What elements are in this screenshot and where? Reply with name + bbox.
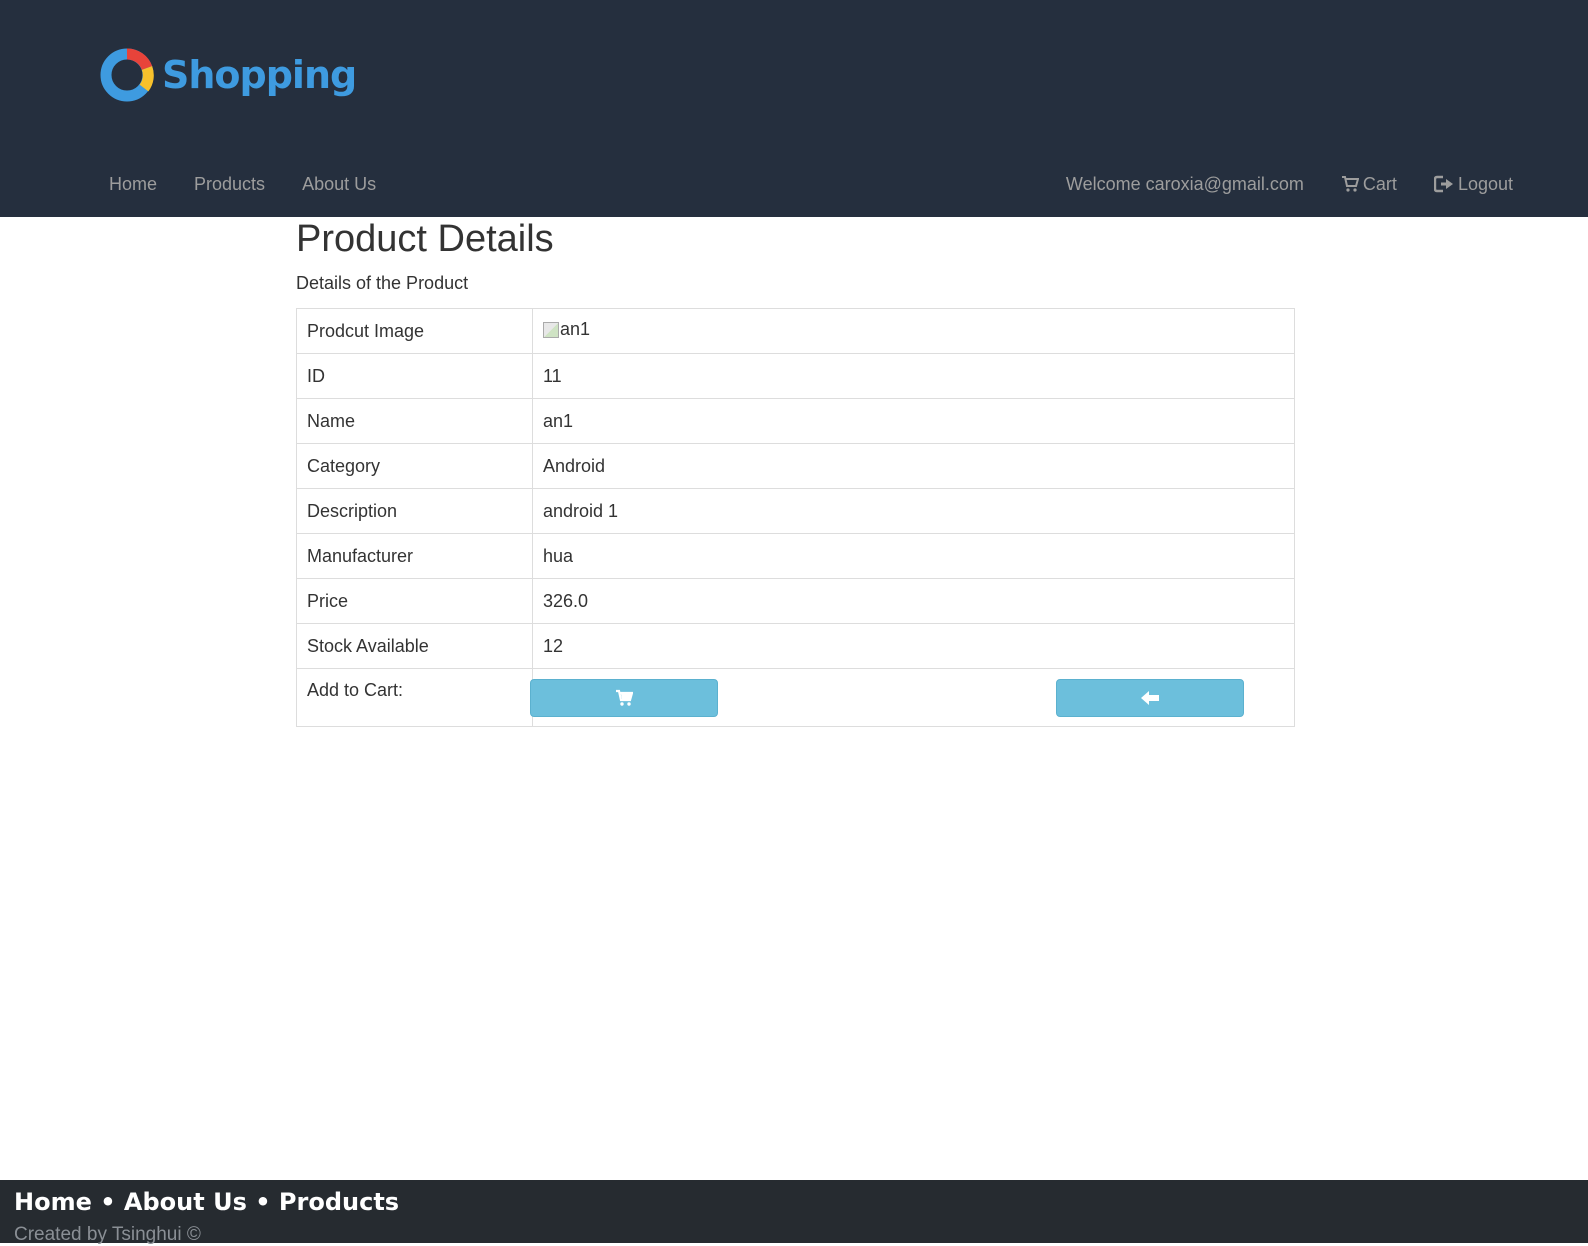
row-value: hua: [532, 533, 1295, 579]
welcome-user-link[interactable]: Welcome caroxia@gmail.com: [1066, 172, 1304, 196]
footer-link-products[interactable]: Products: [279, 1188, 399, 1216]
footer-link-about-us[interactable]: About Us: [124, 1188, 247, 1216]
row-label: Manufacturer: [296, 533, 533, 579]
row-label: Prodcut Image: [296, 308, 533, 354]
arrow-left-icon: [1141, 691, 1159, 705]
back-button[interactable]: [1056, 679, 1244, 717]
table-row: ID 11: [296, 353, 1295, 399]
welcome-text: Welcome caroxia@gmail.com: [1065, 174, 1304, 194]
row-value: android 1: [532, 488, 1295, 534]
footer-separator: •: [255, 1188, 271, 1216]
table-row: Name an1: [296, 398, 1295, 444]
row-label: Stock Available: [296, 623, 533, 669]
product-image-alt: an1: [560, 319, 591, 340]
product-image: an1: [543, 319, 590, 340]
logout-icon: [1433, 175, 1453, 193]
row-label: Category: [296, 443, 533, 489]
footer-link-home[interactable]: Home: [14, 1188, 92, 1216]
footer-separator: •: [100, 1188, 116, 1216]
cart-label: Cart: [1362, 174, 1397, 194]
logo-text: Shopping: [162, 53, 357, 97]
footer-links: Home • About Us • Products: [14, 1188, 399, 1216]
logo-icon: [100, 48, 154, 102]
product-details-table: Prodcut Image an1 ID 11 Name an1 Categor…: [296, 308, 1295, 727]
cart-link[interactable]: Cart: [1341, 172, 1397, 196]
page-subtitle: Details of the Product: [296, 273, 469, 293]
row-value: Android: [532, 443, 1295, 489]
add-to-cart-button[interactable]: [530, 679, 718, 717]
main-nav: Home Products About Us: [109, 172, 413, 196]
table-row-add-to-cart: Add to Cart:: [296, 668, 1295, 727]
row-label: ID: [296, 353, 533, 399]
table-row: Category Android: [296, 443, 1295, 489]
nav-about-us[interactable]: About Us: [302, 172, 376, 196]
site-header: Shopping Home Products About Us Welcome …: [0, 0, 1588, 217]
row-value: 326.0: [532, 578, 1295, 624]
shopping-cart-icon: [1341, 176, 1359, 192]
nav-home[interactable]: Home: [109, 172, 157, 196]
logout-link[interactable]: Logout: [1433, 172, 1513, 196]
row-label: Price: [296, 578, 533, 624]
table-row: Prodcut Image an1: [296, 308, 1295, 354]
row-value: an1: [532, 308, 1295, 354]
broken-image-icon: [543, 321, 559, 338]
logout-label: Logout: [1457, 174, 1513, 194]
main-content: Product Details Details of the Product P…: [296, 217, 1295, 727]
row-value: 11: [532, 353, 1295, 399]
add-to-cart-label: Add to Cart:: [296, 668, 533, 727]
table-row: Stock Available 12: [296, 623, 1295, 669]
add-to-cart-actions: [530, 668, 1295, 727]
table-row: Description android 1: [296, 488, 1295, 534]
site-footer: Home • About Us • Products Created by Ts…: [0, 1180, 1588, 1245]
nav-products[interactable]: Products: [194, 172, 265, 196]
site-logo[interactable]: Shopping: [100, 48, 357, 102]
row-value: 12: [532, 623, 1295, 669]
row-label: Name: [296, 398, 533, 444]
table-row: Manufacturer hua: [296, 533, 1295, 579]
page-title: Product Details: [296, 218, 554, 260]
user-nav: Welcome caroxia@gmail.com Cart Logout: [1029, 172, 1513, 196]
row-value: an1: [532, 398, 1295, 444]
shopping-cart-icon: [616, 689, 633, 706]
row-label: Description: [296, 488, 533, 534]
action-buttons: [530, 679, 1284, 720]
table-row: Price 326.0: [296, 578, 1295, 624]
